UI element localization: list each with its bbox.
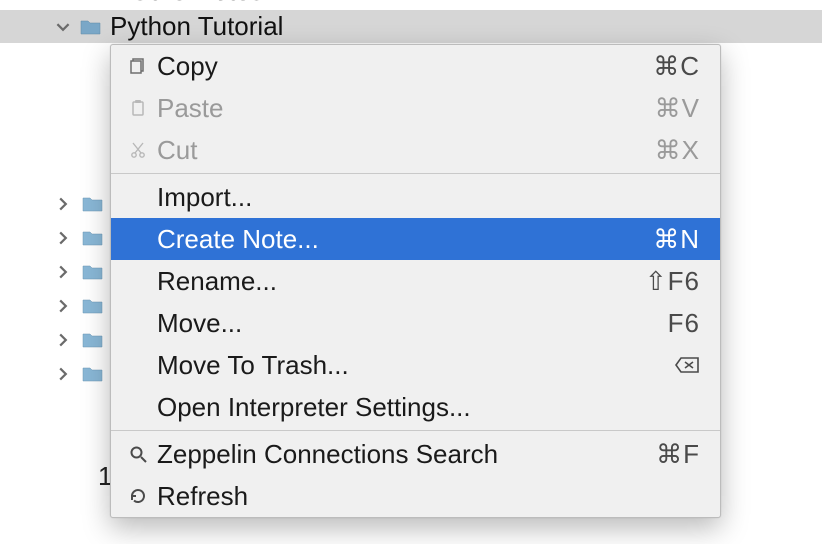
tree-item-truncated: OtherNotes (0, 0, 822, 10)
menu-item-cut: Cut ⌘X (111, 129, 720, 171)
menu-shortcut (674, 355, 700, 375)
menu-item-zeppelin-search[interactable]: Zeppelin Connections Search ⌘F (111, 433, 720, 475)
menu-label: Import... (153, 182, 700, 213)
cut-icon (123, 140, 153, 160)
menu-label: Refresh (153, 481, 700, 512)
folder-icon (82, 331, 104, 349)
search-icon (123, 444, 153, 464)
paste-icon (123, 98, 153, 118)
menu-label: Paste (153, 93, 655, 124)
menu-label: Zeppelin Connections Search (153, 439, 656, 470)
folder-icon (80, 18, 102, 36)
folder-icon (82, 229, 104, 247)
menu-shortcut: ⌘C (653, 51, 700, 82)
copy-icon (123, 56, 153, 76)
menu-shortcut: ⌘N (653, 224, 700, 255)
menu-shortcut: ⇧F6 (645, 266, 700, 297)
folder-icon (82, 297, 104, 315)
chevron-right-icon (54, 331, 72, 349)
menu-label: Move... (153, 308, 668, 339)
chevron-right-icon (54, 297, 72, 315)
folder-icon (82, 195, 104, 213)
menu-label: Copy (153, 51, 653, 82)
chevron-right-icon (54, 195, 72, 213)
context-menu: Copy ⌘C Paste ⌘V Cut ⌘X Import... Create… (110, 44, 721, 518)
menu-shortcut: ⌘V (655, 93, 700, 124)
menu-label: Rename... (153, 266, 645, 297)
menu-item-interpreter-settings[interactable]: Open Interpreter Settings... (111, 386, 720, 428)
menu-item-rename[interactable]: Rename... ⇧F6 (111, 260, 720, 302)
menu-label: Open Interpreter Settings... (153, 392, 700, 423)
menu-label: Create Note... (153, 224, 653, 255)
chevron-right-icon (54, 365, 72, 383)
menu-shortcut: ⌘X (655, 135, 700, 166)
menu-item-move[interactable]: Move... F6 (111, 302, 720, 344)
menu-separator (111, 430, 720, 431)
delete-right-icon (674, 355, 700, 375)
tree-item-label: Python Tutorial (110, 11, 283, 42)
menu-shortcut: F6 (668, 308, 700, 339)
folder-icon (82, 365, 104, 383)
chevron-right-icon (54, 229, 72, 247)
menu-item-move-to-trash[interactable]: Move To Trash... (111, 344, 720, 386)
chevron-down-icon (54, 18, 72, 36)
menu-item-create-note[interactable]: Create Note... ⌘N (111, 218, 720, 260)
menu-separator (111, 173, 720, 174)
menu-item-import[interactable]: Import... (111, 176, 720, 218)
menu-item-refresh[interactable]: Refresh (111, 475, 720, 517)
tree-item-selected[interactable]: Python Tutorial (0, 10, 822, 43)
refresh-icon (123, 486, 153, 506)
menu-item-paste: Paste ⌘V (111, 87, 720, 129)
chevron-right-icon (54, 263, 72, 281)
folder-icon (82, 263, 104, 281)
menu-label: Cut (153, 135, 655, 166)
menu-item-copy[interactable]: Copy ⌘C (111, 45, 720, 87)
tree-item-label: OtherNotes (130, 0, 263, 6)
menu-shortcut: ⌘F (656, 439, 700, 470)
menu-label: Move To Trash... (153, 350, 674, 381)
